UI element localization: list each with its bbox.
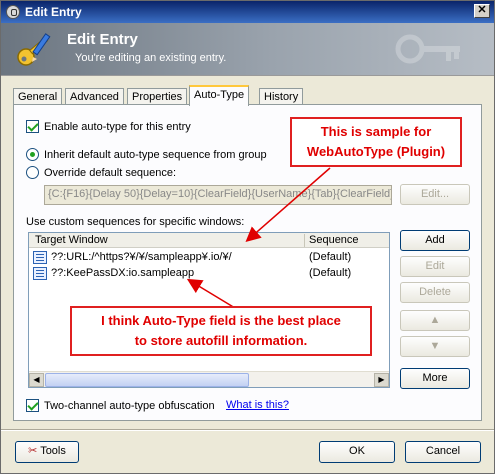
key-pencil-icon: [17, 33, 51, 66]
obfuscation-label: Two-channel auto-type obfuscation: [44, 400, 215, 412]
footer-divider-highlight: [1, 430, 494, 431]
tab-properties[interactable]: Properties: [127, 88, 188, 105]
what-is-this-link[interactable]: What is this?: [226, 399, 289, 411]
column-target-window[interactable]: Target Window: [35, 234, 108, 246]
tools-button[interactable]: ✂ Tools: [15, 441, 79, 463]
more-button[interactable]: More: [400, 368, 470, 389]
annotation-webautotype: This is sample for WebAutoType (Plugin): [290, 117, 462, 167]
target-window-cell: ??:KeePassDX:io.sampleapp: [51, 267, 195, 279]
override-sequence-row[interactable]: Override default sequence:: [26, 166, 176, 179]
override-sequence-radio[interactable]: [26, 166, 39, 179]
inherit-sequence-label: Inherit default auto-type sequence from …: [44, 149, 267, 161]
banner-subtitle: You're editing an existing entry.: [75, 52, 227, 64]
move-down-button: ▼: [400, 336, 470, 357]
annotation-line: This is sample for: [320, 124, 432, 139]
close-button[interactable]: ✕: [474, 4, 490, 18]
tools-label: Tools: [40, 445, 66, 457]
title-bar[interactable]: Edit Entry ✕: [1, 1, 494, 23]
delete-button: Delete: [400, 282, 470, 303]
default-sequence-field: {C:{F16}{Delay 50}{Delay=10}{ClearField}…: [44, 185, 392, 205]
move-up-button: ▲: [400, 310, 470, 331]
tab-general[interactable]: General: [13, 88, 63, 105]
list-item[interactable]: ??:URL:/^https?¥/¥/sampleapp¥.io/¥/ (Def…: [29, 250, 389, 266]
obfuscation-checkbox[interactable]: [26, 399, 39, 412]
enable-autotype-row[interactable]: Enable auto-type for this entry: [26, 120, 191, 133]
enable-autotype-label: Enable auto-type for this entry: [44, 121, 191, 133]
edit-button: Edit: [400, 256, 470, 277]
obfuscation-row[interactable]: Two-channel auto-type obfuscation: [26, 399, 215, 412]
annotation-line: to store autofill information.: [134, 333, 308, 348]
window-entry-icon: [33, 251, 47, 264]
sequence-cell: (Default): [309, 251, 352, 263]
what-is-this-link-text[interactable]: What is this?: [226, 399, 289, 411]
scroll-left-arrow-icon[interactable]: ◀: [29, 373, 44, 387]
column-sequence[interactable]: Sequence: [309, 234, 359, 246]
override-sequence-label: Override default sequence:: [44, 167, 177, 179]
list-header: Target Window Sequence: [29, 233, 389, 248]
annotation-best-place: I think Auto-Type field is the best plac…: [70, 306, 372, 356]
key-watermark-icon: [395, 34, 460, 64]
horizontal-scrollbar[interactable]: ◀ ▶: [29, 371, 389, 387]
tab-auto-type[interactable]: Auto-Type: [189, 85, 250, 106]
tools-wrench-icon: ✂: [28, 445, 38, 457]
edit-sequence-button: Edit...: [400, 184, 470, 205]
banner-title: Edit Entry: [67, 31, 138, 48]
annotation-line: I think Auto-Type field is the best plac…: [101, 313, 341, 328]
column-separator: [304, 234, 305, 247]
banner-divider: [1, 75, 494, 76]
header-banner: Edit Entry You're editing an existing en…: [1, 23, 494, 75]
cancel-button[interactable]: Cancel: [405, 441, 481, 463]
custom-sequences-label: Use custom sequences for specific window…: [26, 216, 245, 228]
inherit-sequence-row[interactable]: Inherit default auto-type sequence from …: [26, 148, 267, 161]
enable-autotype-checkbox[interactable]: [26, 120, 39, 133]
annotation-line: WebAutoType (Plugin): [306, 144, 446, 159]
edit-entry-window: Edit Entry ✕ Edit Entry You're editing a…: [0, 0, 495, 474]
ok-button[interactable]: OK: [319, 441, 395, 463]
target-window-cell: ??:URL:/^https?¥/¥/sampleapp¥.io/¥/: [51, 251, 232, 263]
window-title: Edit Entry: [25, 5, 82, 19]
tab-history[interactable]: History: [259, 88, 304, 105]
scroll-right-arrow-icon[interactable]: ▶: [374, 373, 389, 387]
window-entry-icon: [33, 267, 47, 280]
inherit-sequence-radio[interactable]: [26, 148, 39, 161]
keepass-lock-icon: [6, 5, 20, 19]
scrollbar-thumb[interactable]: [45, 373, 249, 387]
list-item[interactable]: ??:KeePassDX:io.sampleapp (Default): [29, 266, 389, 282]
add-button[interactable]: Add: [400, 230, 470, 251]
sequence-cell: (Default): [309, 267, 352, 279]
tab-advanced[interactable]: Advanced: [65, 88, 124, 105]
